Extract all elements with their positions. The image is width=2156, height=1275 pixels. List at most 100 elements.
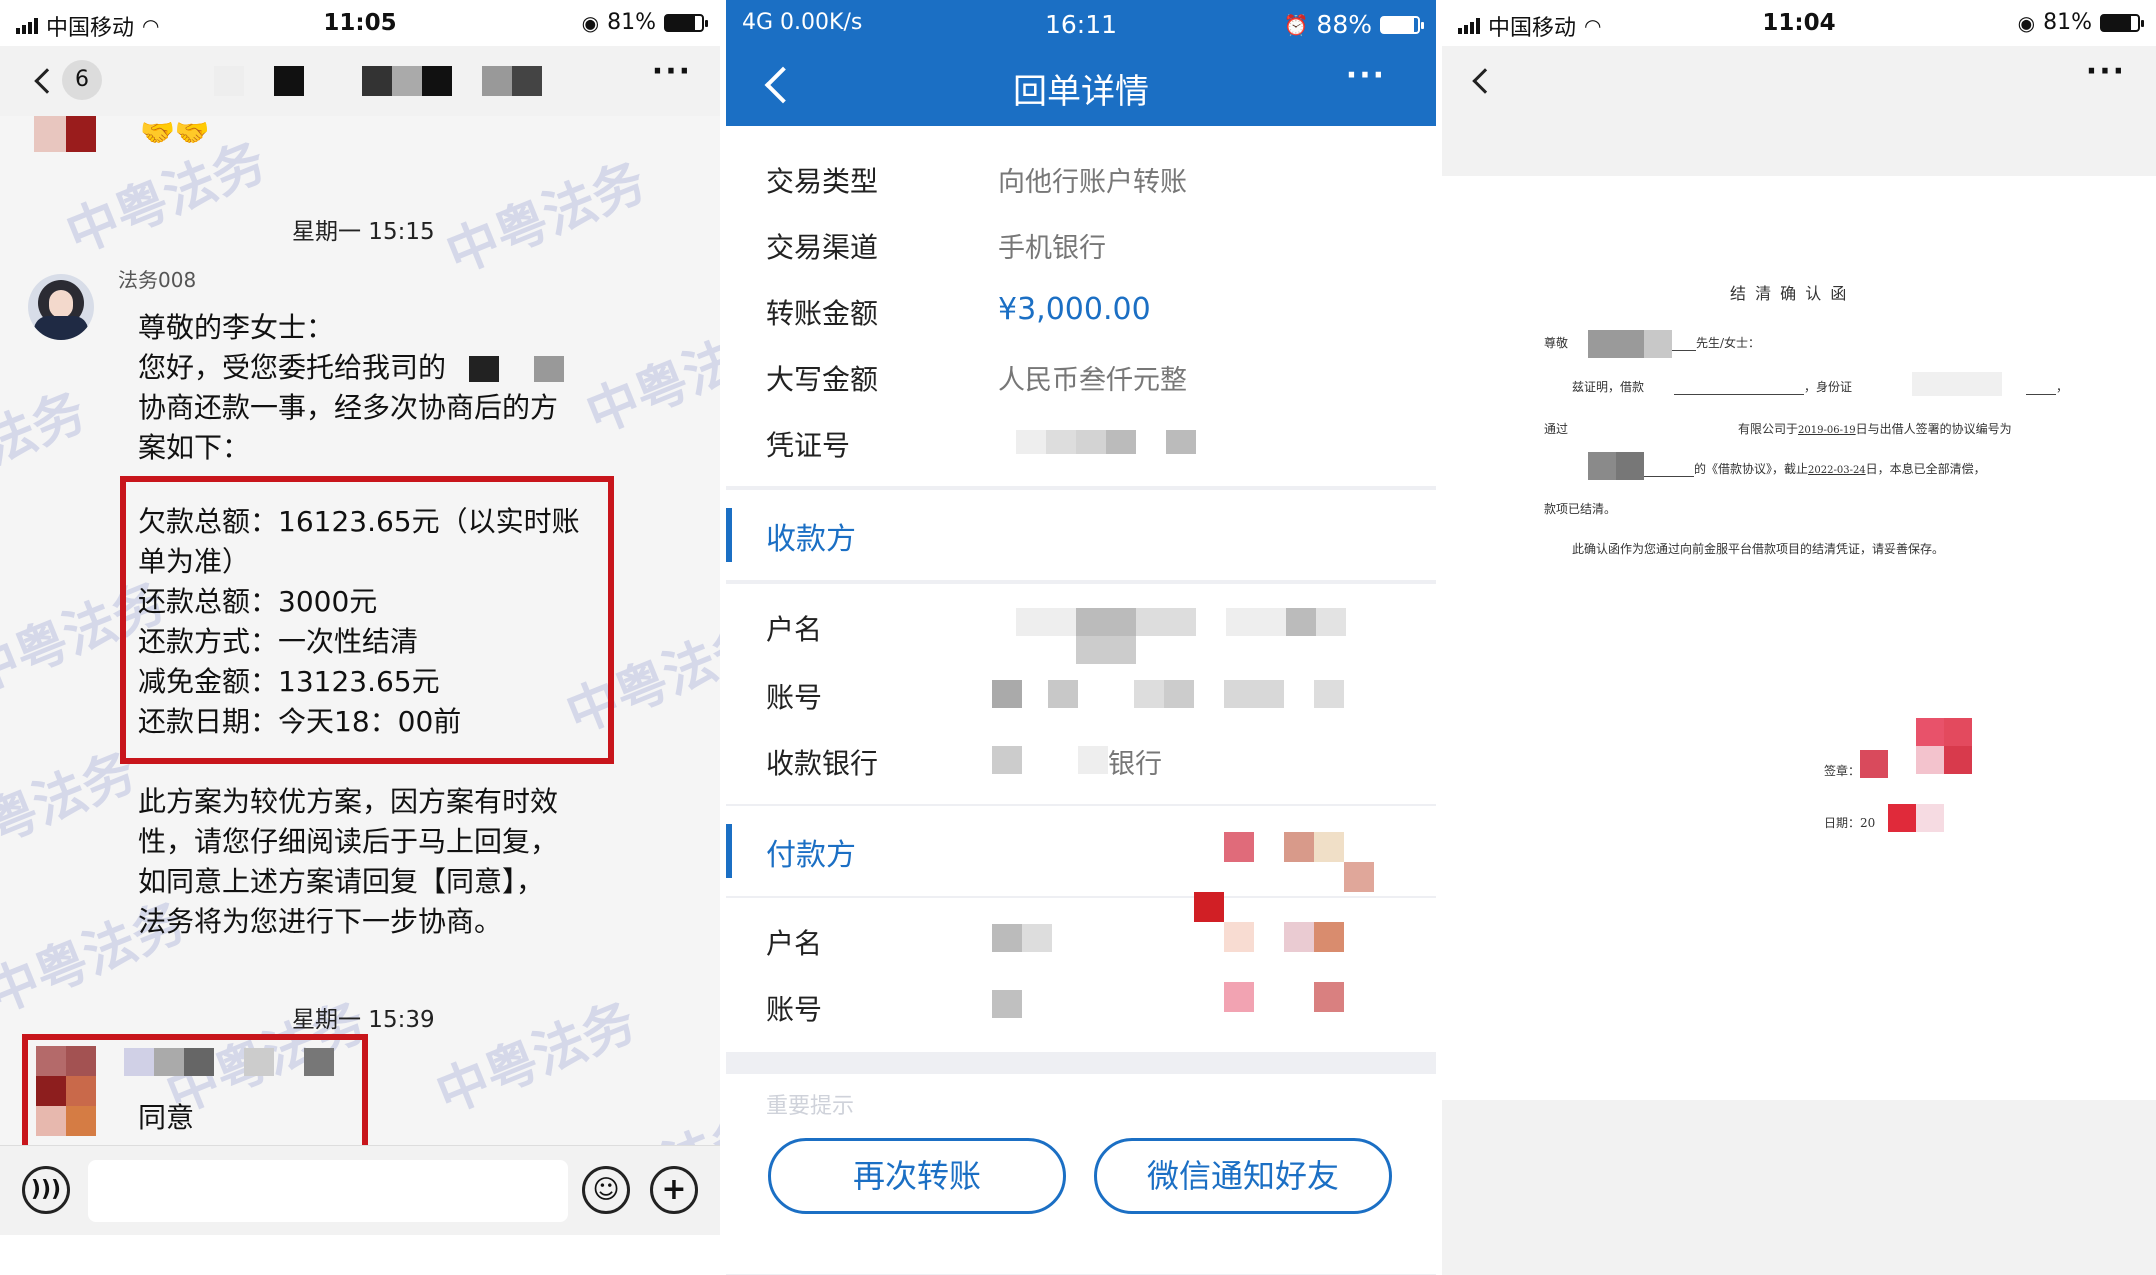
letter-line: 有限公司于2019-06-19日与出借人签署的协议编号为 [1738, 422, 2012, 436]
redacted-value [1046, 430, 1076, 454]
salutation-suffix: 先生/女士： [1672, 334, 1760, 351]
redacted-name [274, 66, 304, 96]
redacted-date [1888, 804, 1916, 832]
redacted-value [1076, 608, 1136, 636]
message-input[interactable] [88, 1160, 568, 1222]
redacted-value [1286, 608, 1316, 636]
redacted-value [1314, 680, 1344, 708]
chat-screen: 中国移动 ◠ 11:05 ◉ 81% 6 ··· 中粤法务 中粤法务 中粤法务 … [0, 0, 720, 1275]
detail-row: 大写金额 人民币叁仟元整 [766, 363, 1187, 396]
watermark: 中粤法务 [0, 381, 94, 516]
redacted-avatar [36, 1076, 66, 1106]
page-title: 回单详情 [1013, 72, 1149, 112]
redacted-value [1048, 680, 1078, 708]
chat-header: 6 ··· [0, 46, 720, 116]
letter-title: 结 清 确 认 函 [1730, 284, 1849, 303]
notice-card: 重要提示 再次转账 微信通知好友 [726, 1074, 1436, 1274]
more-icon[interactable]: ··· [652, 54, 692, 89]
detail-row: 户名 [726, 594, 1436, 664]
reply-text: 同意 [138, 1101, 195, 1134]
battery-label: 81% [2043, 10, 2092, 35]
redacted-value [992, 924, 1022, 952]
sender-avatar[interactable] [28, 274, 94, 340]
battery-label: 88% [1316, 10, 1372, 39]
seal-stamp [1944, 746, 1972, 774]
redacted-value [1224, 832, 1254, 862]
more-icon[interactable]: ··· [2086, 54, 2126, 89]
redacted-avatar [66, 116, 96, 152]
wechat-notify-button[interactable]: 微信通知好友 [1094, 1138, 1392, 1214]
alarm-icon: ⏰ [1283, 12, 1309, 37]
handshake-emoji: 🤝🤝 [140, 116, 210, 149]
detail-row: 账号 [726, 662, 1436, 728]
unread-count-badge[interactable]: 6 [62, 60, 102, 100]
redacted-value [1106, 430, 1136, 454]
receipt-screen: 4G 0.00K/s 16:11 ⏰ 88% 回单详情 ··· 交易类型 向他行账… [726, 0, 1436, 1275]
redacted-value [1316, 608, 1346, 636]
back-icon[interactable] [1472, 68, 1498, 94]
redacted-value [1284, 922, 1314, 952]
redacted-name [1644, 330, 1672, 358]
redacted-value [992, 746, 1022, 774]
repayment-plan: 欠款总额：16123.65元（以实时账 单为准） 还款总额：3000元 还款方式… [138, 505, 580, 738]
redacted-value [1314, 982, 1344, 1012]
payee-section: 收款方 [726, 490, 1436, 580]
redacted-id [1912, 372, 2002, 396]
redacted-name [468, 356, 499, 382]
plan-note: 此方案为较优方案，因方案有时效 性，请您仔细阅读后于马上回复， 如同意上述方案请… [138, 785, 559, 938]
back-icon[interactable] [34, 68, 60, 94]
redacted-avatar [36, 1046, 66, 1076]
redacted-name [533, 356, 564, 382]
sender-name: 法务008 [118, 268, 197, 292]
redacted-name [154, 1048, 184, 1076]
redacted-name [124, 1048, 154, 1076]
redacted-name [512, 66, 542, 96]
redacted-value [1284, 832, 1314, 862]
redacted-value [1224, 680, 1284, 708]
timestamp: 星期一 15:39 [292, 1007, 435, 1033]
battery-label: 81% [607, 10, 656, 35]
voice-icon[interactable]: ))) [22, 1166, 70, 1214]
battery-icon [2100, 13, 2144, 32]
transaction-card: 交易类型 向他行账户转账 交易渠道 手机银行 转账金额 ¥3,000.00 大写金额人… [726, 126, 1436, 486]
letter-line: 兹证明，借款 ，身份证 [1572, 380, 1853, 395]
redacted-value [1076, 636, 1136, 664]
battery-icon [1380, 15, 1424, 34]
input-bar: ))) ☺ + [0, 1145, 720, 1235]
status-bar: 中国移动 ◠ 11:05 ◉ 81% [0, 0, 720, 46]
payee-card: 户名 账号 收款银行 银行 [726, 584, 1436, 804]
receipt-header: 回单详情 ··· [726, 46, 1436, 126]
salutation-prefix: 尊敬 [1544, 336, 1569, 350]
redacted-name [1588, 330, 1644, 358]
settlement-letter: 结 清 确 认 函 尊敬 先生/女士： 兹证明，借款 ，身份证 ， 通过 有限公司… [1442, 176, 2156, 1100]
seal-label: 签章： [1824, 764, 1861, 778]
redacted-value [1194, 892, 1224, 922]
redacted-name [214, 66, 244, 96]
plus-icon[interactable]: + [650, 1166, 698, 1214]
letter-line: 此确认函作为您通过向前金服平台借款项目的结清凭证，请妥善保存。 [1572, 542, 1945, 556]
redacted-name [482, 66, 512, 96]
detail-row: 凭证号 [726, 410, 1436, 476]
redacted-avatar [66, 1076, 96, 1106]
redacted-agreement-no [1616, 452, 1644, 480]
redacted-avatar [66, 1046, 96, 1076]
detail-row: 转账金额 ¥3,000.00 [766, 292, 1151, 330]
redacted-value [1136, 608, 1196, 636]
document-header: ··· [1442, 46, 2156, 176]
detail-row: 交易渠道 手机银行 [766, 231, 1106, 264]
timestamp: 星期一 15:15 [292, 219, 435, 245]
emoji-icon[interactable]: ☺ [582, 1166, 630, 1214]
redacted-value [1314, 832, 1344, 862]
redacted-value [1226, 608, 1286, 636]
seal-stamp [1916, 718, 1944, 746]
status-bar: 中国移动 ◠ 11:04 ◉ 81% [1442, 0, 2156, 46]
letter-line: 通过 [1544, 422, 1569, 436]
watermark: 中粤法务 [428, 991, 644, 1126]
retransfer-button[interactable]: 再次转账 [768, 1138, 1066, 1214]
letter-line: 款项已结清。 [1544, 502, 1617, 516]
redacted-value [992, 990, 1022, 1018]
redacted-value [1166, 430, 1196, 454]
more-icon[interactable]: ··· [1346, 58, 1386, 93]
chat-body: 中粤法务 中粤法务 中粤法务 中粤法务 中粤法务 中粤法务 中粤法务 中粤法务 … [0, 116, 720, 1275]
redacted-value [1076, 430, 1106, 454]
